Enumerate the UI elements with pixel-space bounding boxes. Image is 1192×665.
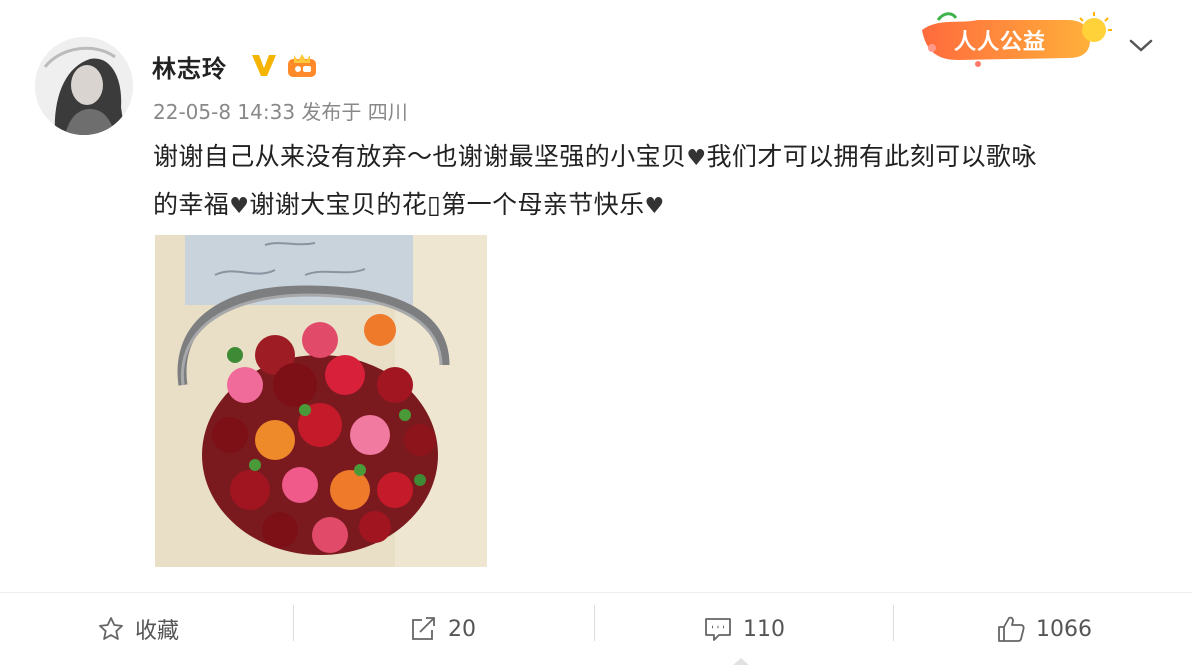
- toolbar-divider: [594, 605, 595, 641]
- charity-badge[interactable]: 人人公益: [918, 8, 1113, 72]
- like-count: 1066: [1036, 616, 1092, 642]
- favorite-label: 收藏: [135, 619, 180, 644]
- thumbs-up-icon: [998, 616, 1025, 642]
- verified-v-icon: [250, 52, 278, 82]
- comment-button[interactable]: 110: [703, 593, 785, 665]
- content-text: 的幸福: [153, 190, 230, 219]
- content-text: 我们才可以拥有此刻可以歌咏: [706, 142, 1037, 171]
- content-line: 的幸福♥谢谢大宝贝的花▯第一个母亲节快乐♥: [153, 182, 1153, 230]
- chevron-down-icon[interactable]: [1128, 36, 1154, 60]
- content-text: 谢谢大宝贝的花▯第一个母亲节快乐: [249, 190, 645, 219]
- post-location: 四川: [367, 100, 408, 124]
- content-text: 谢谢自己从来没有放弃～也谢谢最坚强的小宝贝: [153, 142, 687, 171]
- repost-button[interactable]: 20: [408, 593, 476, 665]
- share-icon: [412, 617, 435, 640]
- action-toolbar: 收藏 20 110 1066: [0, 592, 1192, 665]
- username[interactable]: 林志玲: [152, 49, 227, 84]
- toolbar-divider: [293, 605, 294, 641]
- comment-count: 110: [743, 616, 785, 642]
- post-content: 谢谢自己从来没有放弃～也谢谢最坚强的小宝贝♥我们才可以拥有此刻可以歌咏 的幸福♥…: [153, 134, 1153, 230]
- post-time[interactable]: 22-05-8 14:33: [153, 100, 295, 124]
- repost-count: 20: [448, 616, 476, 642]
- flower-basket-image: [155, 235, 487, 567]
- avatar[interactable]: [35, 37, 133, 135]
- like-button[interactable]: 1066: [996, 593, 1092, 665]
- post-meta: 22-05-8 14:33 发布于 四川: [153, 96, 408, 125]
- content-line: 谢谢自己从来没有放弃～也谢谢最坚强的小宝贝♥我们才可以拥有此刻可以歌咏: [153, 134, 1153, 182]
- comment-icon: [705, 618, 731, 641]
- avatar-image: [35, 37, 133, 135]
- charity-label: 人人公益: [954, 30, 1047, 55]
- crown-level-icon[interactable]: [286, 51, 318, 83]
- black-heart-icon: ♥: [644, 194, 665, 219]
- toolbar-divider: [893, 605, 894, 641]
- black-heart-icon: ♥: [229, 194, 250, 219]
- star-outline-icon: [99, 617, 123, 640]
- location-prefix: 发布于: [301, 100, 362, 124]
- black-heart-icon: ♥: [686, 146, 707, 171]
- favorite-button[interactable]: 收藏: [97, 593, 179, 665]
- post-image[interactable]: [155, 235, 487, 567]
